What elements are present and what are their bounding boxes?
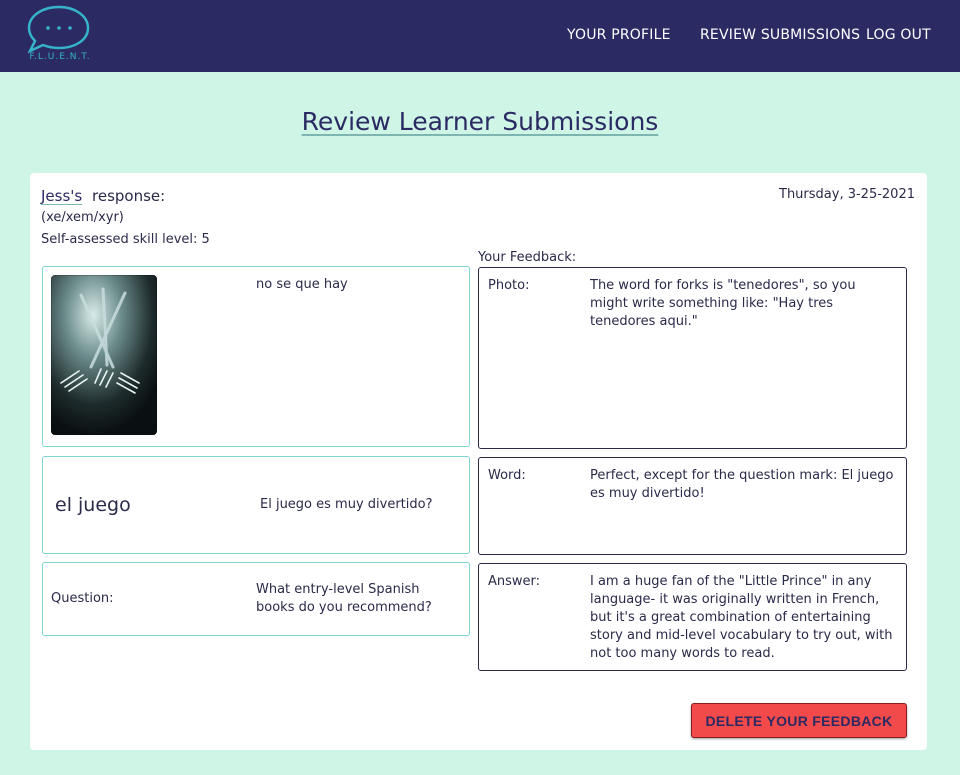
word-sentence: El juego es muy divertido? — [260, 497, 433, 512]
word-feedback-label: Word: — [488, 468, 526, 483]
vocab-word: el juego — [55, 494, 131, 516]
photo-feedback-box[interactable]: Photo: The word for forks is "tenedores"… — [478, 267, 907, 449]
submission-card: Jess's response: (xe/xem/xyr) Self-asses… — [30, 173, 927, 750]
forks-photo-icon — [51, 275, 157, 435]
photo-caption: no se que hay — [256, 277, 348, 292]
top-navbar: F.L.U.E.N.T. YOUR PROFILE REVIEW SUBMISS… — [0, 0, 960, 72]
photo-feedback-text: The word for forks is "tenedores", so yo… — [590, 278, 856, 329]
answer-feedback-text: I am a huge fan of the "Little Prince" i… — [590, 574, 893, 661]
response-label: response: — [92, 187, 166, 205]
learner-pronouns: (xe/xem/xyr) — [41, 210, 124, 225]
chat-bubble-icon — [27, 5, 90, 54]
photo-feedback-label: Photo: — [488, 278, 530, 293]
forks-photo — [51, 275, 157, 435]
nav-your-profile[interactable]: YOUR PROFILE — [567, 27, 671, 43]
photo-submission-box: no se que hay — [42, 266, 470, 447]
word-submission-box: el juego El juego es muy divertido? — [42, 456, 470, 554]
page-title: Review Learner Submissions — [301, 107, 659, 136]
word-feedback-box[interactable]: Word: Perfect, except for the question m… — [478, 457, 907, 555]
question-label: Question: — [51, 591, 114, 606]
delete-feedback-button[interactable]: DELETE YOUR FEEDBACK — [691, 703, 907, 738]
learner-name-link[interactable]: Jess's — [41, 187, 82, 205]
question-text: What entry-level Spanish books do you re… — [256, 582, 432, 615]
word-feedback-text: Perfect, except for the question mark: E… — [590, 468, 894, 501]
answer-feedback-box[interactable]: Answer: I am a huge fan of the "Little P… — [478, 563, 907, 671]
logo-text: F.L.U.E.N.T. — [29, 52, 91, 62]
question-submission-box: Question: What entry-level Spanish books… — [42, 562, 470, 636]
skill-level: Self-assessed skill level: 5 — [41, 232, 210, 247]
nav-review-submissions[interactable]: REVIEW SUBMISSIONS — [700, 27, 860, 43]
feedback-heading: Your Feedback: — [478, 250, 577, 265]
submission-date: Thursday, 3-25-2021 — [779, 187, 915, 202]
answer-feedback-label: Answer: — [488, 574, 541, 589]
nav-log-out[interactable]: LOG OUT — [866, 27, 931, 43]
fluent-logo[interactable]: F.L.U.E.N.T. — [20, 4, 100, 64]
